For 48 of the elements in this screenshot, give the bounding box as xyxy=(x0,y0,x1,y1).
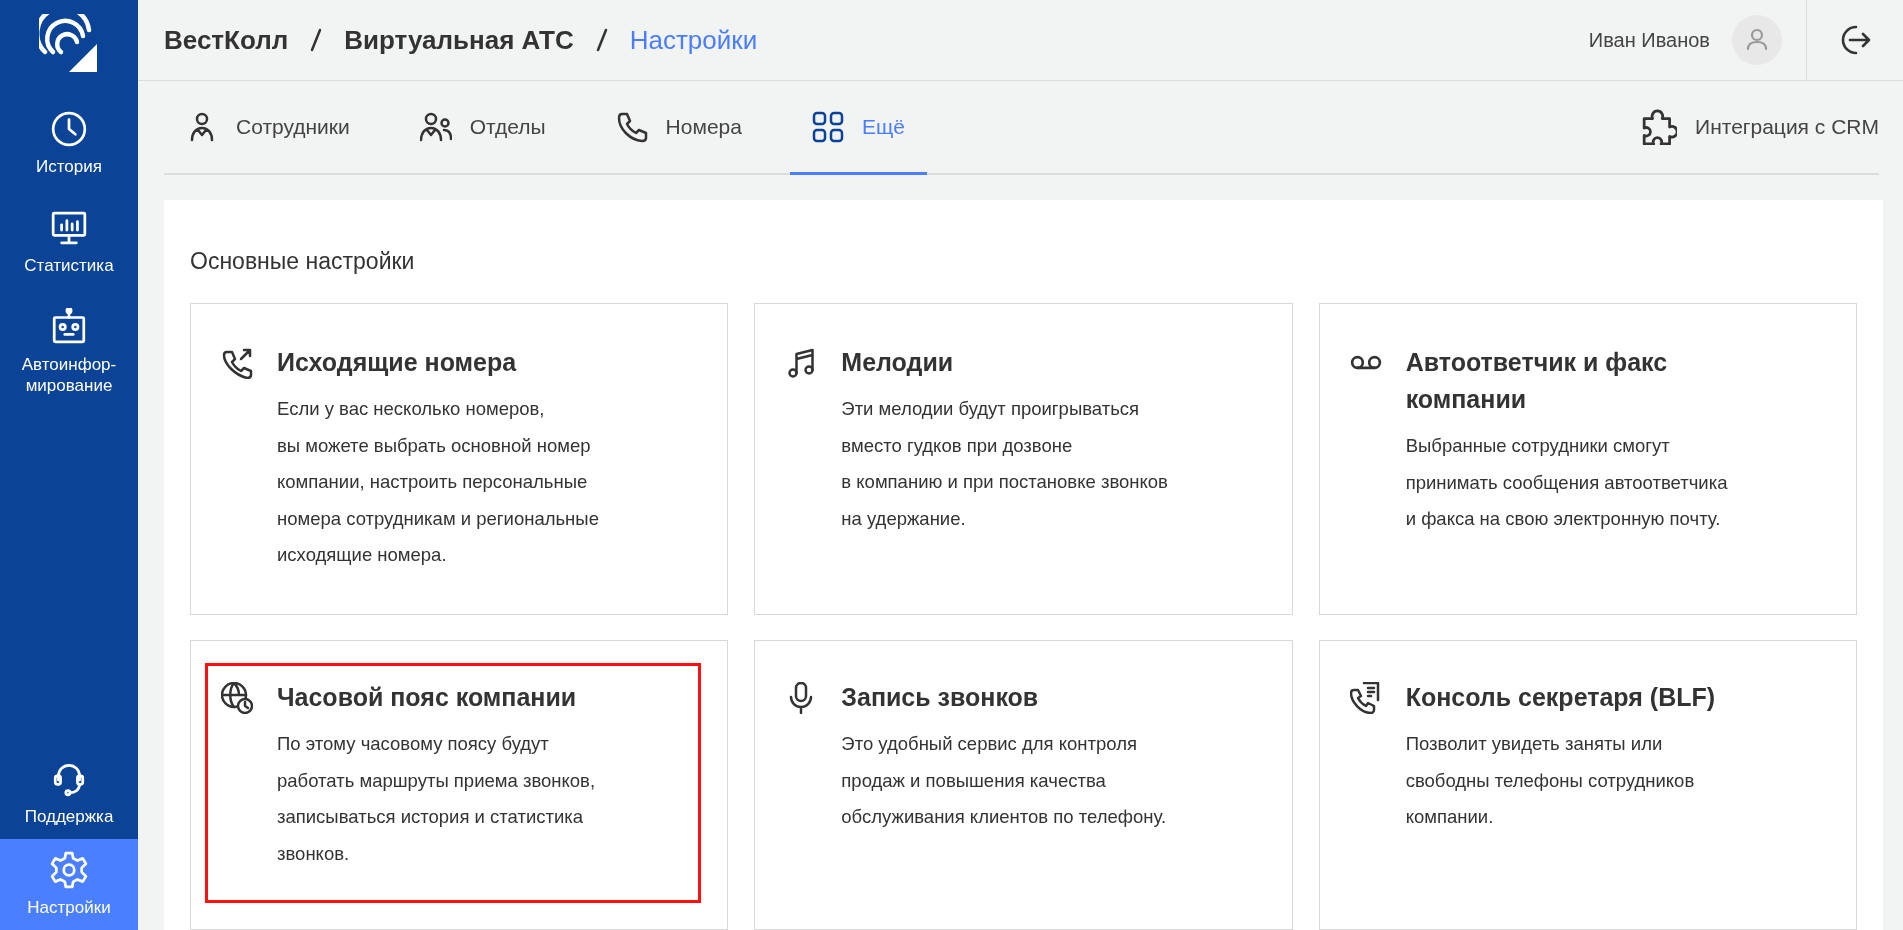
tab[interactable]: Отделы xyxy=(397,81,568,175)
breadcrumb-separator-icon xyxy=(595,28,608,52)
phone-arrow-icon xyxy=(221,346,253,379)
card-title: Консоль секретаря (BLF) xyxy=(1405,682,1716,713)
puzzle-icon xyxy=(1641,109,1678,145)
settings-card[interactable]: Консоль секретаря (BLF) Позволит увидеть заняты или свободны телефоны сотрудников компании. xyxy=(1318,640,1857,930)
sidebar-item[interactable]: Настройки xyxy=(0,839,138,930)
tab[interactable]: Номера xyxy=(593,81,764,175)
card-title: Автоответчик и факс компании xyxy=(1405,347,1669,415)
breadcrumb-separator-icon xyxy=(310,28,323,52)
card-title: Мелодии xyxy=(841,347,955,378)
avatar-icon[interactable] xyxy=(1732,15,1782,65)
grid-icon xyxy=(811,110,844,143)
sidebar-item[interactable]: История xyxy=(0,98,138,189)
breadcrumb-link[interactable]: ВестКолл xyxy=(164,24,289,56)
settings-card[interactable]: Мелодии Эти мелодии будут проигрываться вместо гудков при дозвоне в компанию и при постановке звонков на удержание. xyxy=(754,303,1293,615)
settings-icon xyxy=(50,851,88,889)
logo-icon xyxy=(39,14,99,74)
settings-card[interactable]: Часовой пояс компании По этому часовому поясу будут работать маршруты приема звонков, записываться история и статистика звонков. xyxy=(190,640,729,930)
card-description: Выбранные сотрудники смогут принимать сообщения автоответчика и факса на свою электронную почту. xyxy=(1405,434,1728,531)
logout-icon[interactable] xyxy=(1839,25,1871,55)
card-description: По этому часовому поясу будут работать маршруты приема звонков, записываться история и статистика звонков. xyxy=(277,732,596,866)
voicemail-icon xyxy=(1349,355,1382,370)
user-name[interactable]: Иван Иванов xyxy=(1588,28,1710,52)
people-icon xyxy=(419,110,452,143)
sidebar-item[interactable]: Статистика xyxy=(0,197,138,288)
card-description: Если у вас несколько номеров, вы можете выбрать основной номер компании, настроить персональные номера сотрудникам и региональные исходящие номера. xyxy=(277,397,599,567)
settings-card[interactable]: Исходящие номера Если у вас несколько номеров, вы можете выбрать основной номер компании, настроить персональные номера сотрудникам и региональные исходящие номера. xyxy=(190,303,729,615)
settings-card[interactable]: Запись звонков Это удобный сервис для контроля продаж и повышения качества обслуживания клиентов по телефону. xyxy=(754,640,1293,930)
monitor-chart-icon xyxy=(50,209,88,247)
phone-icon xyxy=(615,110,648,143)
card-title: Часовой пояс компании xyxy=(277,682,578,713)
robot-icon xyxy=(50,308,88,346)
sidebar-item[interactable]: Автоинфор- мирование xyxy=(0,296,138,408)
card-title: Исходящие номера xyxy=(277,347,518,378)
phone-list-icon xyxy=(1349,681,1382,714)
globe-clock-icon xyxy=(221,681,253,714)
crm-integration-link[interactable]: Интеграция с CRM xyxy=(1641,81,1879,173)
card-description: Это удобный сервис для контроля продаж и повышения качества обслуживания клиентов по телефону. xyxy=(841,732,1167,829)
section-title: Основные настройки xyxy=(190,248,416,275)
breadcrumb-link[interactable]: Виртуальная АТС xyxy=(344,24,574,56)
card-description: Эти мелодии будут проигрываться вместо гудков при дозвоне в компанию и при постановке звонков на удержание. xyxy=(841,397,1168,531)
card-title: Запись звонков xyxy=(841,682,1040,713)
card-description: Позволит увидеть заняты или свободны телефоны сотрудников компании. xyxy=(1405,732,1696,829)
sidebar-item[interactable]: Поддержка xyxy=(0,748,138,839)
tab[interactable]: Сотрудники xyxy=(164,81,372,175)
clock-icon xyxy=(50,110,88,148)
settings-card[interactable]: Автоответчик и факс компании Выбранные сотрудники смогут принимать сообщения автоответчика и факса на свою электронную почту. xyxy=(1318,303,1857,615)
